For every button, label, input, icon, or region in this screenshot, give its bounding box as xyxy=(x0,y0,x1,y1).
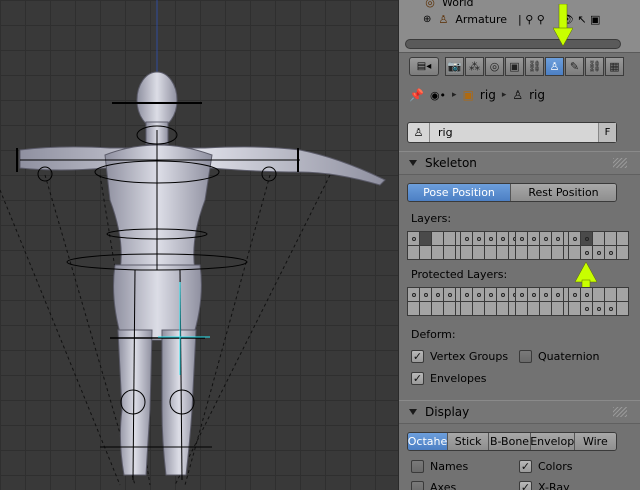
properties-panel: ◎ World ⊕ ♙ Armature | ⚲ ⚲ 👁 ↖ ▣ ▤◂ 📷 ⁂ … xyxy=(398,0,640,490)
armature-figure xyxy=(0,0,386,486)
object-cube-icon: ▣ xyxy=(462,88,474,102)
bone-tab-icon[interactable]: ✎ xyxy=(565,57,584,76)
datablock-name-input[interactable]: rig xyxy=(430,126,598,139)
breadcrumb-object: rig xyxy=(479,88,496,102)
render-layers-tab-icon[interactable]: ⁂ xyxy=(465,57,484,76)
names-label: Names xyxy=(430,460,469,473)
outliner-row-world[interactable]: ◎ World xyxy=(423,0,474,10)
xray-label: X-Ray xyxy=(538,481,570,490)
bone-constraints-tab-icon[interactable]: ⛓ xyxy=(585,57,604,76)
fake-user-button[interactable]: F xyxy=(598,123,616,142)
colors-checkbox-row[interactable]: ✓ Colors xyxy=(519,460,572,473)
quaternion-label: Quaternion xyxy=(538,350,600,363)
texture-tab-icon[interactable]: ▦ xyxy=(605,57,624,76)
envelopes-checkbox[interactable]: ✓ xyxy=(411,372,424,385)
layers-grid-left-2[interactable] xyxy=(460,231,521,260)
object-data-icon: ◉• xyxy=(429,88,447,102)
world-tab-icon[interactable]: ◎ xyxy=(485,57,504,76)
panel-title: Display xyxy=(425,405,470,419)
world-icon: ◎ xyxy=(425,0,435,9)
axes-checkbox[interactable] xyxy=(411,481,424,490)
vertex-groups-label: Vertex Groups xyxy=(430,350,509,363)
names-checkbox-row[interactable]: Names xyxy=(411,460,468,473)
armature-icon: ♙ xyxy=(512,88,524,102)
bbone-mode-button[interactable]: B-Bone xyxy=(489,433,531,450)
properties-tabs: ▤◂ 📷 ⁂ ◎ ▣ ⛓ ♙ ✎ ⛓ ▦ xyxy=(399,52,640,80)
layers-grid-left[interactable] xyxy=(407,231,468,260)
outliner-row-label: World xyxy=(442,0,474,9)
collapse-triangle-icon xyxy=(409,409,417,415)
outliner-scrollbar[interactable] xyxy=(405,39,621,49)
vertex-groups-checkbox-row[interactable]: ✓ Vertex Groups xyxy=(411,350,508,363)
protected-layers-grid-left-2[interactable] xyxy=(460,287,521,316)
layers-grid-right[interactable] xyxy=(515,231,576,260)
xray-checkbox[interactable]: ✓ xyxy=(519,481,532,490)
vertex-groups-checkbox[interactable]: ✓ xyxy=(411,350,424,363)
layers-label: Layers: xyxy=(411,212,452,225)
pin-icon[interactable]: 📌 xyxy=(409,88,424,102)
envelope-mode-button[interactable]: Envelop xyxy=(530,433,575,450)
names-checkbox[interactable] xyxy=(411,460,424,473)
annotation-arrow-down-icon xyxy=(553,4,573,47)
outliner-row-label: Armature xyxy=(455,12,508,26)
quaternion-checkbox-row[interactable]: Quaternion xyxy=(519,350,600,363)
deform-label: Deform: xyxy=(411,328,456,341)
position-mode-toggle: Pose Position Rest Position xyxy=(407,183,617,202)
octahedral-mode-button[interactable]: Octahe xyxy=(408,433,448,450)
stick-mode-button[interactable]: Stick xyxy=(448,433,490,450)
collapse-triangle-icon xyxy=(409,160,417,166)
panel-title: Skeleton xyxy=(425,156,477,170)
layers-grid-right-2[interactable] xyxy=(568,231,629,260)
breadcrumb: 📌 ◉• ▸ ▣ rig ▸ ♙ rig xyxy=(409,88,545,102)
display-panel-header[interactable]: Display xyxy=(399,400,640,424)
envelopes-label: Envelopes xyxy=(430,372,487,385)
constraints-tab-icon[interactable]: ⛓ xyxy=(525,57,544,76)
xray-checkbox-row[interactable]: ✓ X-Ray xyxy=(519,481,570,490)
pose-position-button[interactable]: Pose Position xyxy=(408,184,512,201)
expand-icon[interactable]: ⊕ xyxy=(423,14,431,25)
pose-icons: | ⚲ ⚲ xyxy=(518,12,545,26)
panel-grip-icon[interactable] xyxy=(613,158,627,168)
rest-position-button[interactable]: Rest Position xyxy=(511,184,616,201)
editor-type-button[interactable]: ▤◂ xyxy=(409,57,439,76)
breadcrumb-data: rig xyxy=(529,88,545,102)
3d-viewport[interactable] xyxy=(0,0,398,490)
protected-layers-label: Protected Layers: xyxy=(411,268,508,281)
protected-layers-grid-right-2[interactable] xyxy=(568,287,629,316)
envelopes-checkbox-row[interactable]: ✓ Envelopes xyxy=(411,372,486,385)
armature-icon: ♙ xyxy=(438,12,449,26)
protected-layers-grid-right[interactable] xyxy=(515,287,576,316)
axes-label: Axes xyxy=(430,481,457,490)
display-mode-toggle: Octahe Stick B-Bone Envelop Wire xyxy=(407,432,617,451)
render-tab-icon[interactable]: 📷 xyxy=(445,57,464,76)
outliner: ◎ World ⊕ ♙ Armature | ⚲ ⚲ 👁 ↖ ▣ xyxy=(399,0,640,52)
wire-mode-button[interactable]: Wire xyxy=(574,433,616,450)
outliner-row-armature[interactable]: ⊕ ♙ Armature | ⚲ ⚲ 👁 ↖ ▣ xyxy=(423,11,600,27)
skeleton-panel-header[interactable]: Skeleton xyxy=(399,151,640,175)
colors-label: Colors xyxy=(538,460,573,473)
armature-data-tab-icon[interactable]: ♙ xyxy=(545,57,564,76)
protected-layers-grid-left[interactable] xyxy=(407,287,468,316)
object-tab-icon[interactable]: ▣ xyxy=(505,57,524,76)
axes-checkbox-row[interactable]: Axes xyxy=(411,481,456,490)
colors-checkbox[interactable]: ✓ xyxy=(519,460,532,473)
quaternion-checkbox[interactable] xyxy=(519,350,532,363)
datablock-name-field[interactable]: ♙ rig F xyxy=(407,122,617,143)
panel-grip-icon[interactable] xyxy=(613,407,627,417)
armature-icon: ♙ xyxy=(408,123,430,142)
